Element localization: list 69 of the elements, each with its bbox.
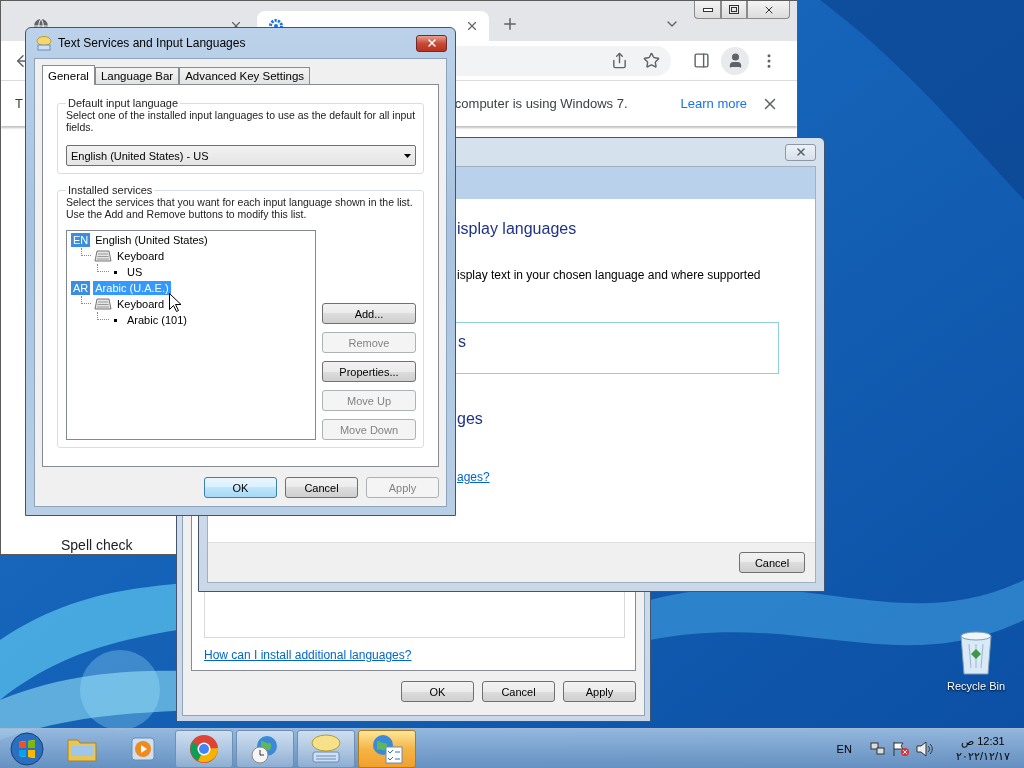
restore-icon bbox=[729, 5, 739, 14]
close-button[interactable] bbox=[785, 143, 816, 161]
service-category[interactable]: Keyboard bbox=[115, 297, 167, 311]
learn-more-link[interactable]: Learn more bbox=[680, 96, 747, 111]
section-heading: isplay languages bbox=[457, 220, 578, 238]
group-label: Installed services bbox=[67, 184, 154, 196]
share-icon[interactable] bbox=[610, 52, 628, 69]
speech-bubble-keyboard-icon bbox=[309, 733, 343, 764]
start-orb-icon bbox=[10, 731, 44, 766]
taskbar-button[interactable] bbox=[358, 729, 416, 768]
app-icon bbox=[36, 35, 52, 51]
language-badge: EN bbox=[71, 233, 91, 247]
dialog-button[interactable]: Cancel bbox=[285, 477, 358, 498]
close-icon bbox=[425, 37, 438, 49]
group-description: Select the services that you want for each input language shown in the list. Use the Add and Remove buttons to modify this list. bbox=[66, 196, 414, 220]
desktop-icon-label[interactable]: Recycle Bin bbox=[946, 680, 1006, 692]
help-link[interactable]: How can I install additional languages? bbox=[204, 648, 625, 662]
list-action-button[interactable]: Add... bbox=[322, 303, 416, 324]
keyboard-layout[interactable]: US bbox=[125, 265, 145, 279]
new-tab-icon[interactable] bbox=[501, 15, 519, 33]
section-heading: ges bbox=[457, 410, 484, 428]
dialog-button[interactable]: OK bbox=[204, 477, 277, 498]
notice-text: T bbox=[15, 96, 23, 111]
group-description: Select one of the installed input languages to use as the default for all input fields. bbox=[66, 109, 416, 133]
dialog-button[interactable]: OK bbox=[401, 681, 474, 702]
keyboard-layout[interactable]: Arabic (101) bbox=[125, 313, 189, 327]
minimize-button[interactable] bbox=[694, 1, 721, 19]
description-text: isplay text in your chosen language and where supported bbox=[457, 268, 762, 282]
globe-checklist-icon bbox=[370, 732, 404, 765]
keyboard-icon bbox=[94, 250, 112, 262]
bullet-icon bbox=[114, 270, 117, 274]
chrome-icon bbox=[189, 733, 219, 764]
taskbar-button[interactable] bbox=[297, 729, 355, 768]
taskbar-button[interactable] bbox=[175, 729, 233, 768]
language-indicator[interactable]: EN bbox=[836, 742, 852, 755]
notice-text: computer is using Windows 7. bbox=[454, 96, 628, 111]
dialog-tab[interactable]: General bbox=[42, 65, 95, 85]
keyboard-icon bbox=[94, 298, 112, 310]
taskbar-button[interactable] bbox=[236, 729, 294, 768]
volume-icon[interactable] bbox=[915, 740, 934, 757]
close-icon bbox=[794, 146, 807, 158]
cancel-button[interactable]: Cancel bbox=[739, 552, 805, 573]
bullet-icon bbox=[114, 318, 117, 322]
recycle-bin-icon[interactable] bbox=[957, 630, 995, 676]
dialog-button[interactable]: Cancel bbox=[482, 681, 555, 702]
close-tab-icon[interactable] bbox=[465, 19, 479, 33]
service-category[interactable]: Keyboard bbox=[115, 249, 167, 263]
media-player-icon bbox=[130, 735, 156, 762]
language-item[interactable]: English (United States) bbox=[93, 233, 210, 247]
cursor-icon bbox=[169, 293, 181, 312]
close-button[interactable] bbox=[416, 34, 447, 52]
dialog-button[interactable]: Apply bbox=[563, 681, 636, 702]
side-panel-icon[interactable] bbox=[692, 52, 710, 69]
clock[interactable]: 12:31 ص ٢٠٢٢/١٢/١٧ bbox=[955, 733, 1010, 764]
bookmark-star-icon[interactable] bbox=[642, 52, 660, 69]
minimize-icon bbox=[702, 7, 713, 12]
list-action-button[interactable]: Properties... bbox=[322, 361, 416, 382]
help-link[interactable]: ages? bbox=[457, 470, 785, 484]
dialog-tab[interactable]: Language Bar bbox=[94, 67, 180, 85]
dropdown-arrow-icon bbox=[404, 153, 411, 158]
network-icon[interactable] bbox=[869, 740, 886, 757]
restore-button[interactable] bbox=[721, 1, 747, 19]
window-title: Text Services and Input Languages bbox=[58, 36, 246, 50]
group-label: Default input language bbox=[67, 97, 180, 109]
language-dropdown[interactable]: English (United States) - US bbox=[66, 145, 416, 166]
flag-error-icon[interactable] bbox=[891, 740, 910, 757]
language-badge: AR bbox=[71, 281, 91, 295]
section-title: Spell check bbox=[61, 537, 134, 553]
dialog-tab[interactable]: Advanced Key Settings bbox=[179, 67, 311, 85]
